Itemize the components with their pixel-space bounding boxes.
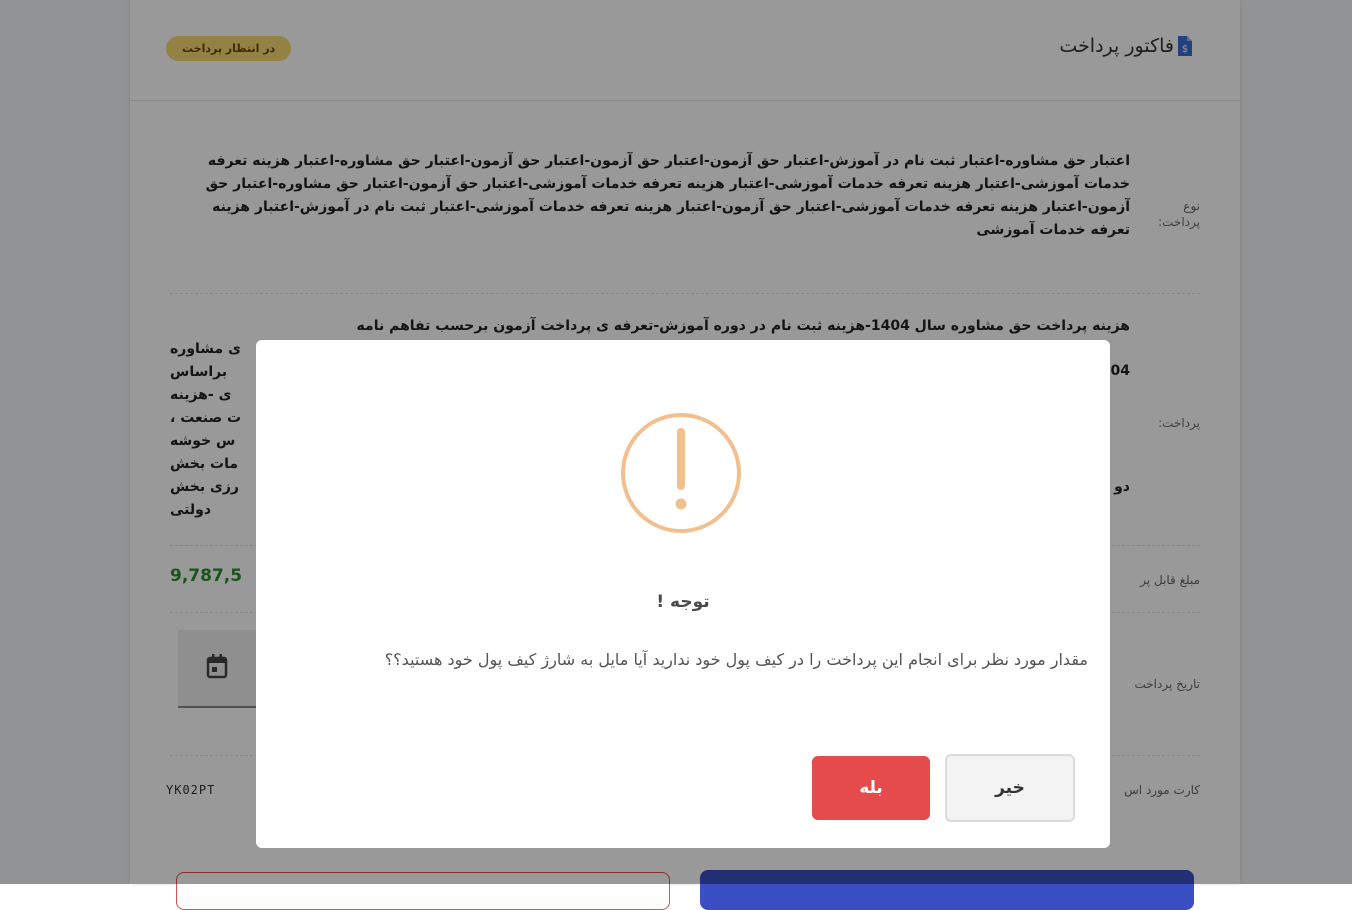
no-button[interactable]: خیر: [945, 754, 1075, 822]
warning-icon: [621, 413, 741, 533]
confirm-dialog: توجه ! مقدار مورد نظر برای انجام این پرد…: [256, 340, 1110, 848]
dialog-title: توجه !: [656, 592, 710, 612]
dialog-message: مقدار مورد نظر برای انجام این پرداخت را …: [384, 650, 1088, 669]
yes-button[interactable]: بله: [812, 756, 930, 820]
